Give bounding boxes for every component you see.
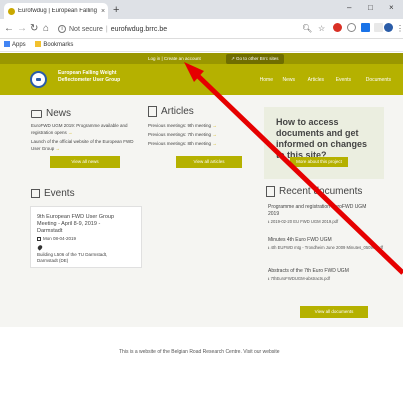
arrow-shaft xyxy=(194,72,403,275)
browser-window: Eurofwdug | European Falling We × + – □ … xyxy=(0,0,403,403)
annotation-arrow xyxy=(184,62,403,275)
